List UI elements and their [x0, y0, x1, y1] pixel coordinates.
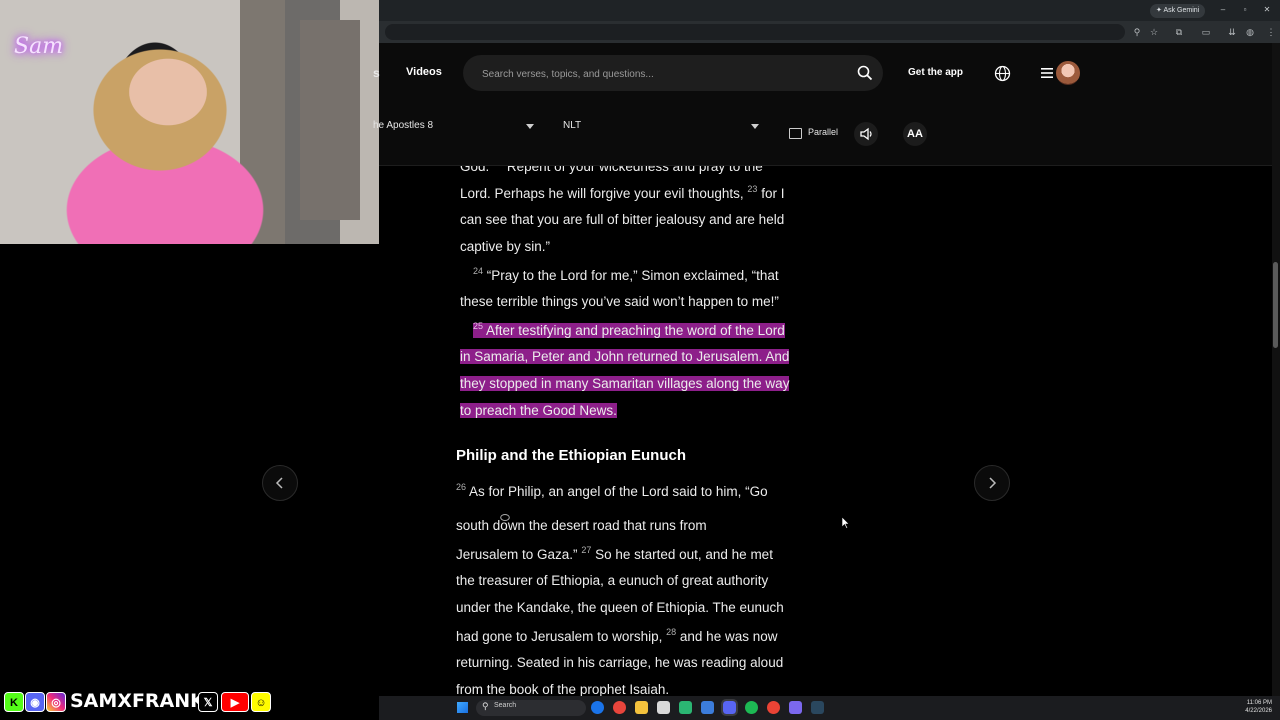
search-bar[interactable]	[463, 55, 883, 93]
search-icon[interactable]	[857, 65, 873, 81]
star-icon[interactable]: ☆	[1147, 25, 1161, 39]
app-icon[interactable]	[789, 701, 802, 714]
snapchat-icon: ☺	[251, 692, 271, 712]
passage-line: 24 “Pray to the Lord for me,” Simon excl…	[473, 266, 779, 283]
scrollbar-track[interactable]	[1272, 43, 1280, 696]
font-size-button[interactable]: AA	[903, 122, 927, 146]
next-chapter-button[interactable]	[974, 465, 1010, 501]
parallel-label: Parallel	[808, 127, 839, 137]
ask-gemini-button[interactable]: ✦ Ask Gemini	[1150, 4, 1206, 18]
clock-time: 11:06 PM	[1246, 700, 1272, 706]
parallel-icon	[789, 128, 802, 139]
book-chapter-label: he Apostles 8	[373, 120, 434, 131]
steam-icon[interactable]	[811, 701, 824, 714]
passage-line: had gone to Jerusalem to worship, 28 and…	[456, 627, 778, 644]
clock-date: 4/22/2026	[1245, 708, 1272, 714]
nav-item-videos[interactable]: Videos	[406, 66, 442, 78]
passage-line: south down the desert road that runs fro…	[456, 518, 707, 533]
passage-line: captive by sin.”	[460, 239, 551, 254]
passage-line: can see that you are full of bitter jeal…	[460, 212, 785, 227]
highlighted-verse-line[interactable]: in Samaria, Peter and John returned to J…	[460, 349, 790, 364]
chrome-icon[interactable]	[613, 701, 626, 714]
downloads-icon[interactable]: ⇊	[1225, 25, 1239, 39]
extensions-icon[interactable]: ⧉	[1172, 25, 1186, 39]
chevron-down-icon	[526, 124, 534, 129]
app-icon[interactable]	[701, 701, 714, 714]
profile-icon[interactable]: ◍	[1243, 25, 1257, 39]
get-app-link[interactable]: Get the app	[908, 67, 963, 78]
zoom-icon[interactable]: ⚲	[1130, 25, 1144, 39]
minimize-button[interactable]: –	[1214, 3, 1232, 17]
passage-line: returning. Seated in his carriage, he wa…	[456, 655, 784, 670]
kick-icon: K	[4, 692, 24, 712]
avatar[interactable]	[1056, 61, 1080, 85]
webcam-door	[300, 20, 360, 220]
windows-start-icon[interactable]	[457, 702, 468, 713]
footnote-icon[interactable]	[500, 514, 510, 522]
taskbar-search[interactable]: ⚲ Search	[476, 700, 586, 716]
chevron-down-icon	[751, 124, 759, 129]
store-icon[interactable]	[657, 701, 670, 714]
sidebar-icon[interactable]: ▭	[1199, 25, 1213, 39]
previous-chapter-button[interactable]	[262, 465, 298, 501]
file-explorer-icon[interactable]	[635, 701, 648, 714]
version-select[interactable]: NLT	[563, 116, 763, 138]
taskbar-clock[interactable]: 11:06 PM 4/22/2026	[1232, 699, 1272, 715]
spotify-icon[interactable]	[745, 701, 758, 714]
passage-line: these terrible things you’ve said won’t …	[460, 294, 779, 309]
passage-reader: God. 22 Repent of your wickedness and pr…	[379, 166, 1272, 696]
passage-line: God. 22 Repent of your wickedness and pr…	[460, 166, 763, 174]
globe-icon[interactable]	[994, 65, 1011, 82]
active-app-icon[interactable]	[721, 699, 738, 716]
highlighted-verse-line[interactable]: to preach the Good News.	[460, 403, 617, 418]
app-icon[interactable]	[679, 701, 692, 714]
more-icon[interactable]: ⋮	[1264, 25, 1278, 39]
ask-gemini-label: Ask Gemini	[1163, 7, 1200, 14]
discord-icon: ◉	[25, 692, 45, 712]
menu-icon[interactable]	[1041, 66, 1054, 80]
passage-line: under the Kandake, the queen of Ethiopia…	[456, 600, 784, 615]
maximize-button[interactable]: ▫	[1236, 3, 1254, 17]
audio-button[interactable]	[854, 122, 878, 146]
stream-handle: SAMXFRANK	[70, 690, 205, 712]
chrome-icon[interactable]	[767, 701, 780, 714]
scrollbar-thumb[interactable]	[1273, 262, 1278, 348]
version-label: NLT	[563, 120, 582, 131]
edge-icon[interactable]	[591, 701, 604, 714]
passage-line: from the book of the prophet Isaiah.	[456, 682, 670, 696]
mouse-cursor-icon	[842, 517, 850, 529]
search-input[interactable]	[480, 55, 844, 93]
passage-line: 26 As for Philip, an angel of the Lord s…	[456, 482, 768, 499]
highlighted-verse-line[interactable]: 25 After testifying and preaching the wo…	[473, 321, 785, 338]
passage-line: Jerusalem to Gaza.” 27 So he started out…	[456, 545, 773, 562]
youtube-icon: ▶	[221, 692, 249, 712]
chevron-left-icon	[275, 477, 283, 489]
speaker-icon	[860, 127, 872, 141]
highlighted-verse-line[interactable]: they stopped in many Samaritan villages …	[460, 376, 790, 391]
close-button[interactable]: ✕	[1258, 3, 1276, 17]
x-icon: 𝕏	[198, 692, 218, 712]
nav-item-partial[interactable]: s	[373, 66, 380, 80]
passage-line: Lord. Perhaps he will forgive your evil …	[460, 184, 785, 201]
chevron-right-icon	[989, 477, 997, 489]
book-chapter-select[interactable]: he Apostles 8	[373, 116, 538, 138]
taskbar-search-label: Search	[494, 702, 517, 709]
browser-titlebar	[379, 0, 1280, 21]
address-bar[interactable]	[385, 24, 1125, 40]
stream-logo: Sam	[14, 34, 64, 59]
instagram-icon: ◎	[46, 692, 66, 712]
section-heading: Philip and the Ethiopian Eunuch	[456, 447, 686, 464]
passage-line: the treasurer of Ethiopia, a eunuch of g…	[456, 573, 769, 588]
search-icon: ⚲	[482, 701, 489, 711]
